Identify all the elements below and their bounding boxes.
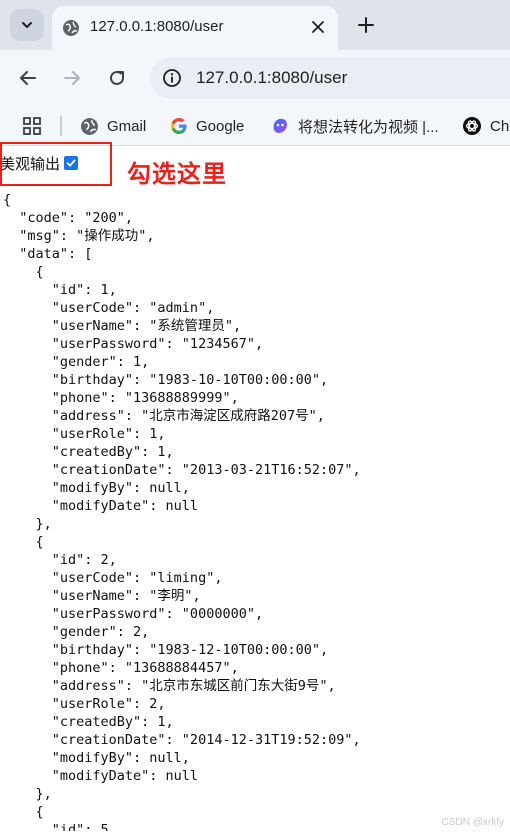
toolbar: 127.0.0.1:8080/user — [0, 50, 510, 106]
json-line: "id": 1, — [3, 282, 117, 298]
json-line: "address": "北京市海淀区成府路207号", — [3, 408, 325, 424]
close-icon[interactable] — [310, 19, 326, 35]
annotation-highlight-box — [0, 142, 112, 186]
json-line: "modifyBy": null, — [3, 750, 190, 766]
back-icon[interactable] — [17, 67, 39, 89]
json-line: "creationDate": "2014-12-31T19:52:09", — [3, 732, 361, 748]
json-line: "userPassword": "1234567", — [3, 336, 264, 352]
json-line: }, — [3, 516, 52, 532]
json-line: "data": [ — [3, 246, 93, 262]
json-line: "code": "200", — [3, 210, 134, 226]
json-line: "userCode": "liming", — [3, 570, 223, 586]
json-line: "msg": "操作成功", — [3, 228, 155, 244]
json-line: "phone": "13688889999", — [3, 390, 239, 406]
bookmark-label: Ch — [490, 117, 510, 135]
new-tab-icon[interactable] — [356, 15, 376, 35]
bookmark-google[interactable]: Google — [170, 115, 244, 137]
json-line: "userPassword": "0000000", — [3, 606, 264, 622]
json-line: "id": 2, — [3, 552, 117, 568]
json-line: "userRole": 2, — [3, 696, 166, 712]
forward-icon[interactable] — [61, 67, 83, 89]
json-line: "userName": "系统管理员", — [3, 318, 242, 334]
url-text: 127.0.0.1:8080/user — [196, 68, 348, 87]
json-line: "birthday": "1983-12-10T00:00:00", — [3, 642, 329, 658]
json-line: "modifyDate": null — [3, 768, 199, 784]
json-line: "userCode": "admin", — [3, 300, 215, 316]
bookmark-chatgpt[interactable]: Ch — [462, 115, 509, 137]
json-line: "creationDate": "2013-03-21T16:52:07", — [3, 462, 361, 478]
annotation-text: 勾选这里 — [127, 160, 227, 188]
json-line: "address": "北京市东城区前门东大街9号", — [3, 678, 336, 694]
json-line: { — [3, 804, 44, 820]
tab-search-button[interactable] — [10, 9, 44, 41]
json-line: "modifyBy": null, — [3, 480, 190, 496]
bookmark-gmail[interactable]: Gmail — [80, 115, 146, 137]
json-line: }, — [3, 786, 52, 802]
json-line: "birthday": "1983-10-10T00:00:00", — [3, 372, 329, 388]
site-info-icon[interactable] — [162, 68, 182, 88]
apps-grid-icon[interactable] — [22, 116, 42, 136]
address-bar[interactable]: 127.0.0.1:8080/user — [150, 57, 510, 99]
chevron-down-icon — [22, 22, 32, 28]
tab-strip: 127.0.0.1:8080/user — [0, 0, 510, 50]
google-icon — [171, 118, 187, 134]
bookmarks-bar: Gmail Google 将想法转化为视频 |... Ch — [0, 106, 510, 146]
json-line: "gender": 2, — [3, 624, 150, 640]
json-line: "userName": "李明", — [3, 588, 201, 604]
bookmark-label: 将想法转化为视频 |... — [298, 118, 439, 136]
bookmark-separator — [60, 116, 62, 136]
bookmark-label: Gmail — [107, 117, 147, 135]
json-line: "modifyDate": null — [3, 498, 199, 514]
chatgpt-icon — [463, 117, 481, 135]
json-line: "userRole": 1, — [3, 426, 166, 442]
json-line: "createdBy": 1, — [3, 714, 174, 730]
json-line: "id": 5, — [3, 822, 117, 831]
globe-icon — [63, 20, 79, 36]
globe-icon — [81, 117, 98, 135]
watermark: CSDN @xrkfy — [441, 817, 504, 828]
reload-icon[interactable] — [106, 67, 128, 89]
json-line: "gender": 1, — [3, 354, 150, 370]
json-line: "phone": "13688884457", — [3, 660, 239, 676]
json-response-body: { "code": "200", "msg": "操作成功", "data": … — [3, 191, 510, 831]
tab-title: 127.0.0.1:8080/user — [90, 18, 224, 35]
bookmark-label: Google — [196, 117, 245, 135]
json-line: { — [3, 192, 12, 208]
active-tab[interactable]: 127.0.0.1:8080/user — [52, 6, 338, 50]
json-line: { — [3, 264, 44, 280]
ai-video-icon — [273, 118, 287, 133]
bookmark-ai-video[interactable]: 将想法转化为视频 |... — [270, 115, 439, 137]
json-line: { — [3, 534, 44, 550]
json-line: "createdBy": 1, — [3, 444, 174, 460]
